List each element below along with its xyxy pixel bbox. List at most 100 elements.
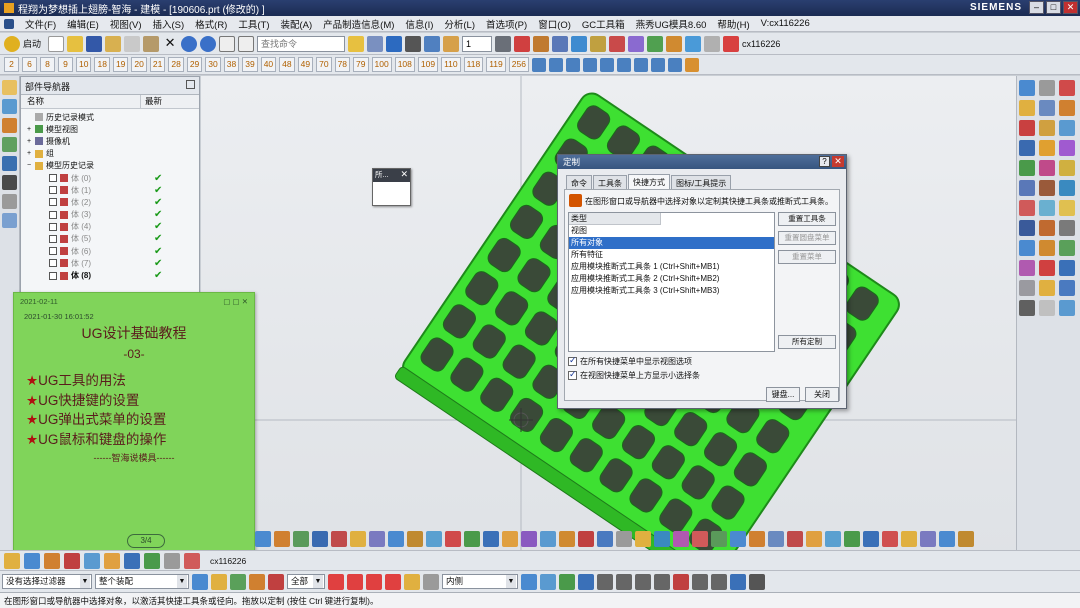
selection-scope-select[interactable]: 整个装配: [95, 574, 189, 589]
plate-icon-b[interactable]: [548, 57, 563, 72]
feature-icon-33[interactable]: [1059, 280, 1075, 296]
menu-help[interactable]: 帮助(H): [717, 17, 749, 31]
feature-icon-13[interactable]: [1019, 160, 1035, 176]
tree-row-body[interactable]: 体 (3) ✔: [21, 209, 199, 221]
shaded-cube-icon[interactable]: [386, 35, 403, 52]
feature-icon-20[interactable]: [1039, 200, 1055, 216]
part-navigator-tab-icon[interactable]: [2, 80, 17, 95]
point-icon-10[interactable]: [692, 573, 708, 590]
feature-icon-9[interactable]: [1059, 120, 1075, 136]
tree-row[interactable]: + 模型视图: [21, 123, 199, 135]
curve-icon-20[interactable]: [616, 531, 632, 547]
background-icon[interactable]: [405, 35, 422, 52]
plate-icon-c[interactable]: [565, 57, 580, 72]
feature-icon-36[interactable]: [1059, 300, 1075, 316]
snap-icon-5[interactable]: [404, 573, 420, 590]
layer-button[interactable]: 256: [508, 57, 529, 72]
feature-icon-23[interactable]: [1039, 220, 1055, 236]
select-icon-5[interactable]: [268, 573, 284, 590]
list-item[interactable]: 应用模块推断式工具条 2 (Ctrl+Shift+MB2): [569, 273, 774, 285]
plate-icon-j[interactable]: [684, 57, 699, 72]
snap-icon-2[interactable]: [347, 573, 363, 590]
note-controls-icon[interactable]: ▢ ▢ ✕: [223, 297, 248, 306]
utility-icon-10[interactable]: [184, 552, 200, 569]
menu-yanxiu-mold[interactable]: 燕秀UG模具8.60: [636, 17, 707, 31]
layer-button[interactable]: 6: [22, 57, 37, 72]
plate-icon-h[interactable]: [650, 57, 665, 72]
curve-icon-21[interactable]: [635, 531, 651, 547]
list-item[interactable]: 视图: [569, 225, 774, 237]
tree-row-body[interactable]: 体 (6) ✔: [21, 245, 199, 257]
cut-icon[interactable]: [105, 35, 122, 52]
layer-button[interactable]: 78: [334, 57, 351, 72]
curve-icon-38[interactable]: [958, 531, 974, 547]
menu-insert[interactable]: 插入(S): [152, 17, 184, 31]
tree-row[interactable]: + 摄像机: [21, 135, 199, 147]
menu-information[interactable]: 信息(I): [405, 17, 433, 31]
feature-icon-8[interactable]: [1039, 120, 1055, 136]
feature-icon-1[interactable]: [1019, 80, 1035, 96]
constraint-navigator-tab-icon[interactable]: [2, 118, 17, 133]
list-item[interactable]: 所有特征: [569, 249, 774, 261]
utility-icon-4[interactable]: [64, 552, 80, 569]
feature-icon-31[interactable]: [1019, 280, 1035, 296]
roles-tab-icon[interactable]: [2, 213, 17, 228]
point-icon-11[interactable]: [711, 573, 727, 590]
feature-icon-26[interactable]: [1039, 240, 1055, 256]
menu-edit[interactable]: 编辑(E): [67, 17, 99, 31]
checkbox-box[interactable]: [568, 369, 577, 380]
feature-icon-7[interactable]: [1019, 120, 1035, 136]
curve-icon-9[interactable]: [407, 531, 423, 547]
menu-pmi[interactable]: 产品制造信息(M): [323, 17, 394, 31]
layer-button[interactable]: 79: [353, 57, 369, 72]
layer-button[interactable]: 20: [131, 57, 147, 72]
feature-icon-22[interactable]: [1019, 220, 1035, 236]
curve-icon-8[interactable]: [388, 531, 404, 547]
cavity-icon[interactable]: [552, 35, 569, 52]
palette-tab-icon[interactable]: [2, 194, 17, 209]
feature-icon-35[interactable]: [1039, 300, 1055, 316]
web-browser-tab-icon[interactable]: [2, 175, 17, 190]
curve-icon-2[interactable]: [274, 531, 290, 547]
feature-icon-27[interactable]: [1059, 240, 1075, 256]
menu-gc-toolkit[interactable]: GC工具箱: [582, 17, 625, 31]
utility-icon-5[interactable]: [84, 552, 100, 569]
feature-icon-25[interactable]: [1019, 240, 1035, 256]
copy-icon[interactable]: [124, 35, 141, 52]
feature-icon-5[interactable]: [1039, 100, 1055, 116]
work-layer-select[interactable]: 1: [462, 35, 493, 52]
tool-icon-d[interactable]: [628, 35, 645, 52]
new-file-icon[interactable]: [48, 35, 65, 52]
layer-button[interactable]: 30: [205, 57, 221, 72]
open-folder-icon[interactable]: [67, 35, 84, 52]
redo-icon[interactable]: [200, 35, 217, 52]
zoom-fit-icon[interactable]: [424, 35, 441, 52]
curve-icon-31[interactable]: [825, 531, 841, 547]
snap-icon-1[interactable]: [328, 573, 344, 590]
curve-icon-11[interactable]: [445, 531, 461, 547]
close-window-button[interactable]: ✕: [1063, 1, 1078, 14]
feature-icon-30[interactable]: [1059, 260, 1075, 276]
point-icon-5[interactable]: [597, 573, 613, 590]
assembly-navigator-tab-icon[interactable]: [2, 99, 17, 114]
layer-button[interactable]: 9: [58, 57, 73, 72]
layer-button[interactable]: 49: [297, 57, 314, 72]
layer-button[interactable]: 19: [112, 57, 129, 72]
checkbox-box[interactable]: [568, 355, 577, 366]
feature-icon-17[interactable]: [1039, 180, 1055, 196]
select-icon-3[interactable]: [230, 573, 246, 590]
list-item[interactable]: 应用模块推断式工具条 1 (Ctrl+Shift+MB1): [569, 261, 774, 273]
type-list[interactable]: 类型 视图 所有对象 所有特征 应用模块推断式工具条 1 (Ctrl+Shift…: [568, 212, 775, 352]
point-icon-6[interactable]: [616, 573, 632, 590]
utility-icon-1[interactable]: [4, 552, 20, 569]
plate-icon-a[interactable]: [531, 57, 546, 72]
tree-row-body[interactable]: 体 (8) ✔: [21, 269, 199, 281]
point-icon-13[interactable]: [749, 573, 765, 590]
feature-filter-select[interactable]: 全部: [287, 574, 325, 589]
orient-view-icon[interactable]: [367, 35, 384, 52]
feature-icon-16[interactable]: [1019, 180, 1035, 196]
visibility-checkbox[interactable]: [49, 210, 57, 219]
curve-icon-37[interactable]: [939, 531, 955, 547]
layer-button[interactable]: 119: [486, 57, 506, 72]
point-icon-2[interactable]: [540, 573, 556, 590]
